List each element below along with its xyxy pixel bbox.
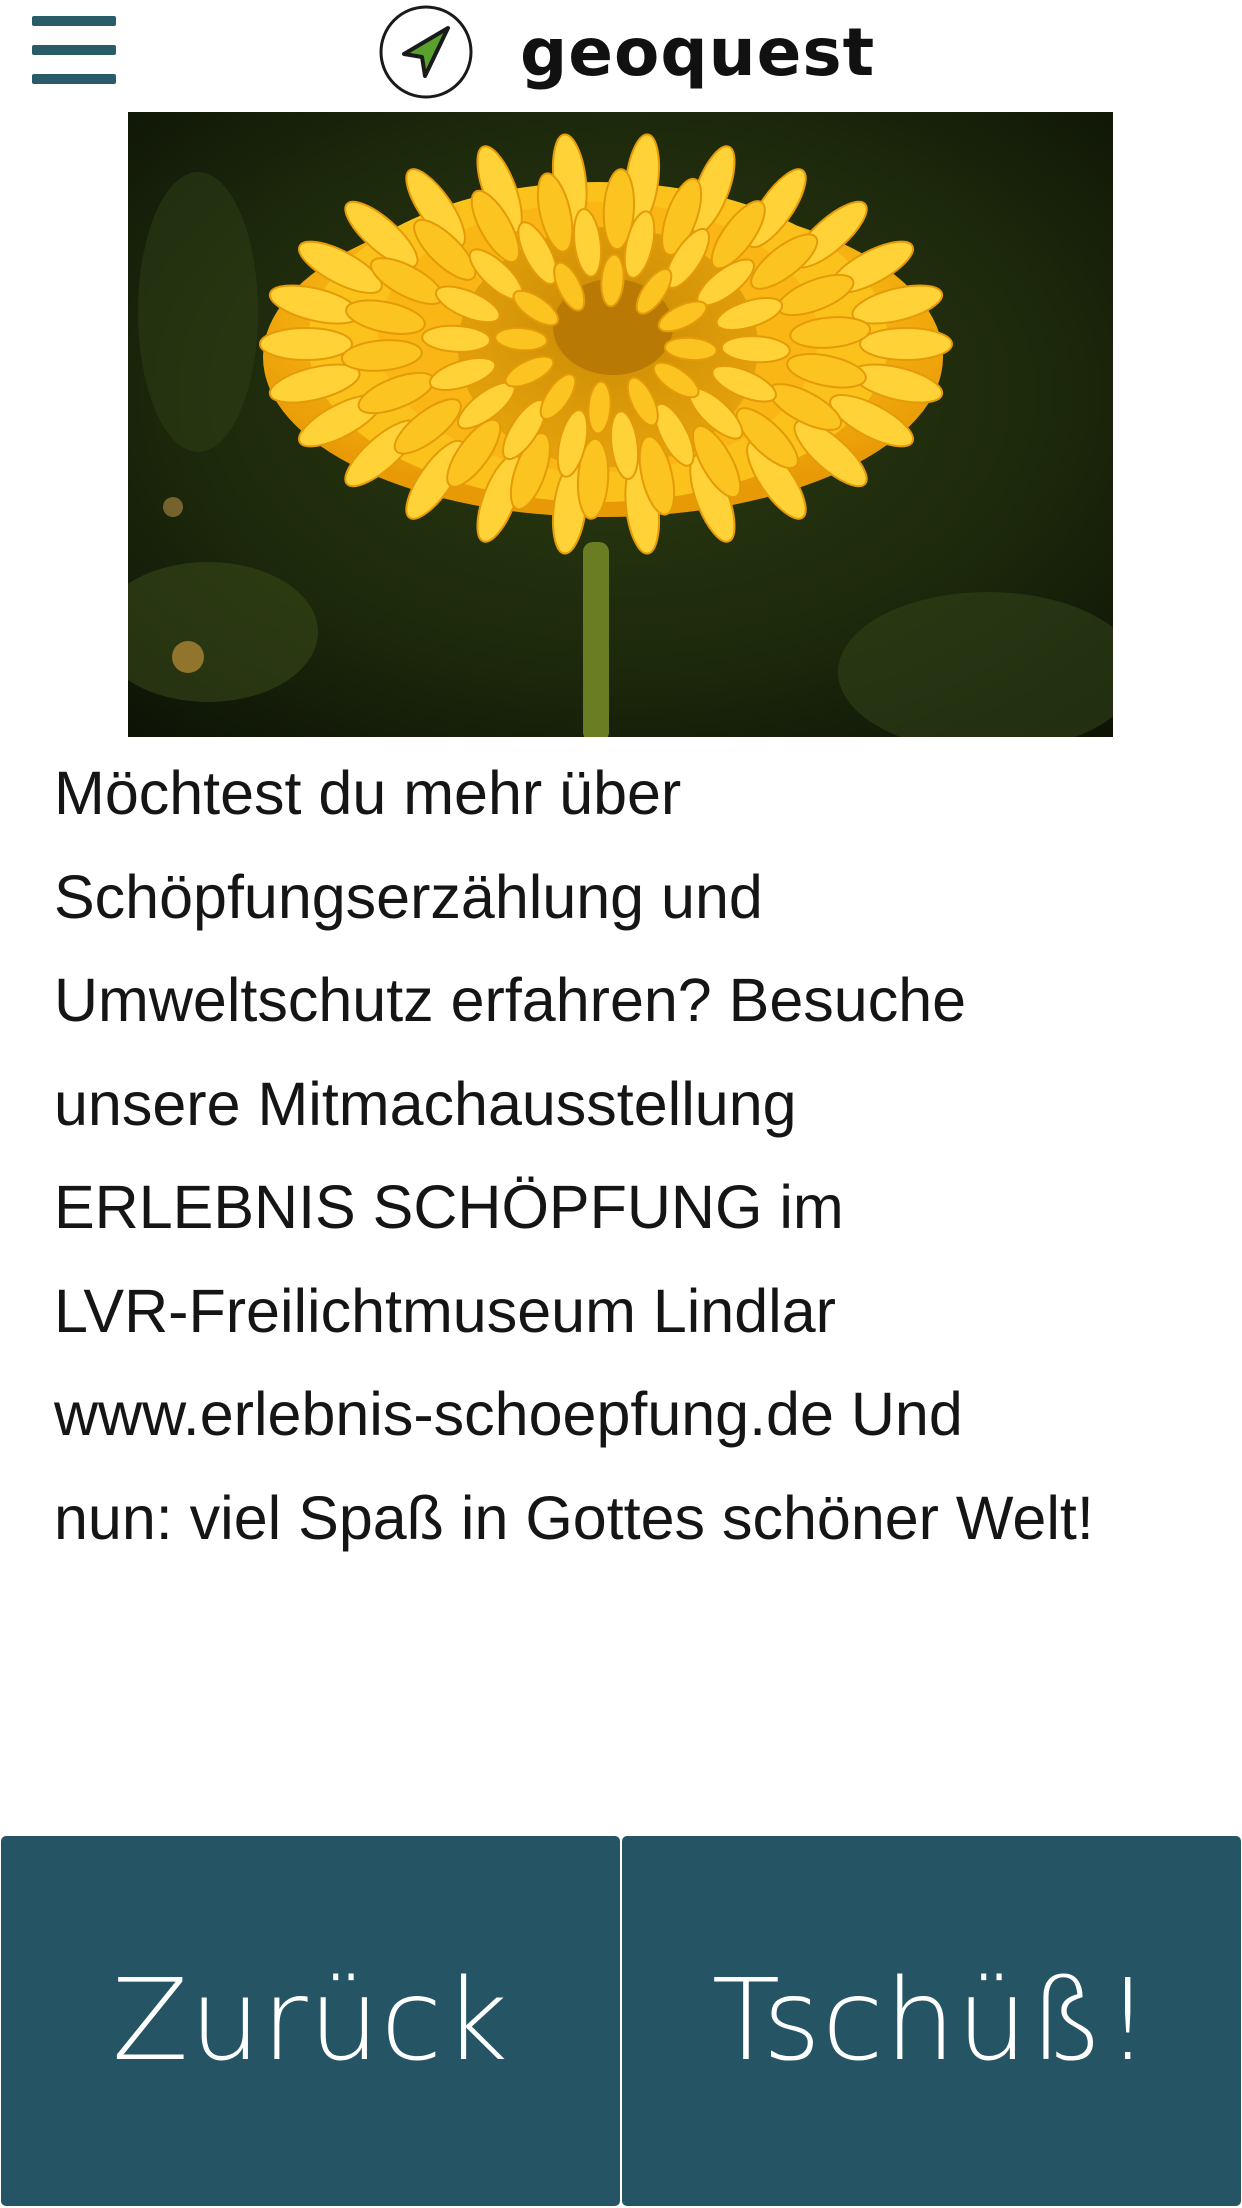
goodbye-button[interactable]: Tschüß! bbox=[622, 1836, 1241, 2206]
app-header: geoquest bbox=[0, 0, 1242, 110]
info-text: Möchtest du mehr über Schöpfungserzählun… bbox=[54, 759, 1094, 1552]
page: geoquest Möchtest du mehr über Schöpfung… bbox=[0, 0, 1242, 2208]
hamburger-menu-icon[interactable] bbox=[32, 14, 118, 86]
back-button[interactable]: Zurück bbox=[1, 1836, 620, 2206]
app-title: geoquest bbox=[520, 14, 876, 91]
flower-image bbox=[128, 112, 1113, 737]
navigation-arrow-icon bbox=[378, 4, 474, 100]
